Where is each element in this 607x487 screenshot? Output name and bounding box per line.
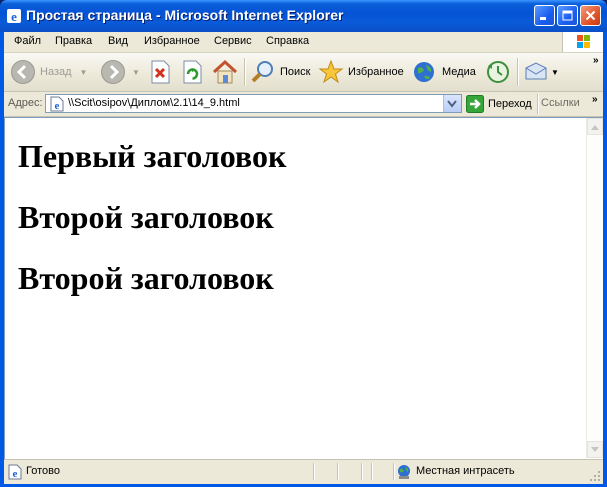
scroll-down-icon — [591, 446, 599, 452]
mail-dropdown-icon[interactable]: ▼ — [551, 68, 559, 77]
toolbar-chevron-icon[interactable]: » — [593, 55, 599, 66]
go-button[interactable]: Переход — [466, 94, 532, 114]
maximize-button[interactable] — [557, 5, 578, 26]
toolbar-separator — [244, 58, 246, 86]
address-input[interactable]: e \\Scit\osipov\Диплом\2.1\14_9.html — [45, 94, 462, 113]
search-icon — [251, 61, 273, 83]
svg-text:e: e — [55, 100, 60, 112]
search-button[interactable]: Поиск — [250, 57, 310, 87]
ie-app-icon[interactable]: e — [6, 8, 22, 24]
mail-button[interactable]: ▼ — [523, 57, 559, 87]
media-label: Медиа — [442, 66, 476, 78]
minimize-icon — [540, 17, 546, 20]
links-button[interactable]: Ссылки — [541, 97, 580, 109]
page-document: Первый заголовок Второй заголовок Второй… — [5, 118, 585, 458]
links-chevron-icon[interactable]: » — [592, 94, 598, 105]
menu-edit[interactable]: Правка — [55, 35, 92, 47]
svg-text:e: e — [11, 9, 17, 24]
resize-grip-icon[interactable] — [589, 470, 601, 482]
address-dropdown-button[interactable] — [443, 95, 461, 112]
forward-dropdown-icon[interactable]: ▼ — [132, 68, 140, 77]
favorites-label: Избранное — [348, 66, 404, 78]
address-bar: Адрес: e \\Scit\osipov\Диплом\2.1\14_9.h… — [4, 92, 603, 117]
close-button[interactable] — [580, 5, 601, 26]
menu-view[interactable]: Вид — [108, 35, 128, 47]
status-divider — [361, 463, 363, 480]
status-divider — [313, 463, 315, 480]
intranet-zone-icon — [398, 465, 410, 479]
stop-button[interactable] — [149, 57, 171, 87]
forward-arrow-icon — [101, 60, 125, 84]
stop-icon — [151, 60, 170, 84]
menu-bar: Файл Правка Вид Избранное Сервис Справка — [4, 32, 603, 53]
menu-file[interactable]: Файл — [14, 35, 41, 47]
standard-toolbar: Назад ▼ ▼ Поиск Избранное Медиа ▼ » — [4, 53, 603, 92]
status-bar: e Готово Местная интрасеть — [4, 459, 603, 484]
refresh-icon — [183, 60, 202, 84]
media-globe-icon — [414, 62, 434, 82]
vertical-scrollbar[interactable] — [586, 118, 603, 458]
favorites-button[interactable]: Избранное — [318, 57, 404, 87]
favorites-star-icon — [318, 59, 344, 84]
back-button[interactable]: Назад ▼ — [10, 57, 87, 87]
heading-third: Второй заголовок — [18, 260, 274, 296]
history-button[interactable] — [485, 57, 511, 87]
media-button[interactable]: Медиа — [412, 57, 476, 87]
page-icon: e — [50, 96, 64, 112]
status-divider — [371, 463, 373, 480]
security-zone-text: Местная интрасеть — [416, 465, 515, 477]
forward-button[interactable]: ▼ — [100, 57, 140, 87]
home-button[interactable] — [211, 57, 239, 87]
windows-logo — [562, 32, 603, 52]
window-title: Простая страница - Microsoft Internet Ex… — [26, 7, 344, 23]
back-dropdown-icon[interactable]: ▼ — [80, 68, 88, 77]
menu-help[interactable]: Справка — [266, 35, 309, 47]
scroll-up-icon — [591, 124, 599, 130]
address-label: Адрес: — [8, 97, 43, 109]
heading-second: Второй заголовок — [18, 199, 274, 235]
title-bar[interactable]: e Простая страница - Microsoft Internet … — [0, 0, 607, 32]
minimize-button[interactable] — [534, 5, 555, 26]
close-icon — [585, 10, 596, 21]
status-divider — [337, 463, 339, 480]
svg-text:e: e — [13, 468, 18, 480]
scroll-down-button[interactable] — [587, 441, 603, 458]
back-arrow-icon — [11, 60, 35, 84]
go-arrow-icon — [466, 95, 484, 113]
history-icon — [487, 61, 509, 83]
page-viewport[interactable]: Первый заголовок Второй заголовок Второй… — [4, 117, 603, 459]
address-separator — [537, 94, 539, 114]
scroll-up-button[interactable] — [587, 118, 603, 135]
windows-flag-icon — [577, 35, 590, 48]
back-label: Назад — [40, 66, 72, 78]
mail-icon — [525, 62, 547, 80]
maximize-icon — [562, 10, 573, 21]
window-client: Файл Правка Вид Избранное Сервис Справка — [4, 32, 603, 484]
status-divider — [393, 463, 395, 480]
ie-window: e Простая страница - Microsoft Internet … — [0, 0, 607, 487]
chevron-down-icon — [447, 100, 457, 108]
refresh-button[interactable] — [181, 57, 203, 87]
status-text: Готово — [26, 465, 60, 477]
home-icon — [212, 59, 238, 84]
address-value: \\Scit\osipov\Диплом\2.1\14_9.html — [68, 97, 240, 109]
menu-tools[interactable]: Сервис — [214, 35, 252, 47]
heading-first: Первый заголовок — [18, 138, 287, 174]
menu-favorites[interactable]: Избранное — [144, 35, 200, 47]
toolbar-separator — [517, 58, 519, 86]
status-page-icon: e — [8, 464, 22, 480]
search-label: Поиск — [280, 66, 311, 78]
go-label: Переход — [488, 98, 532, 110]
